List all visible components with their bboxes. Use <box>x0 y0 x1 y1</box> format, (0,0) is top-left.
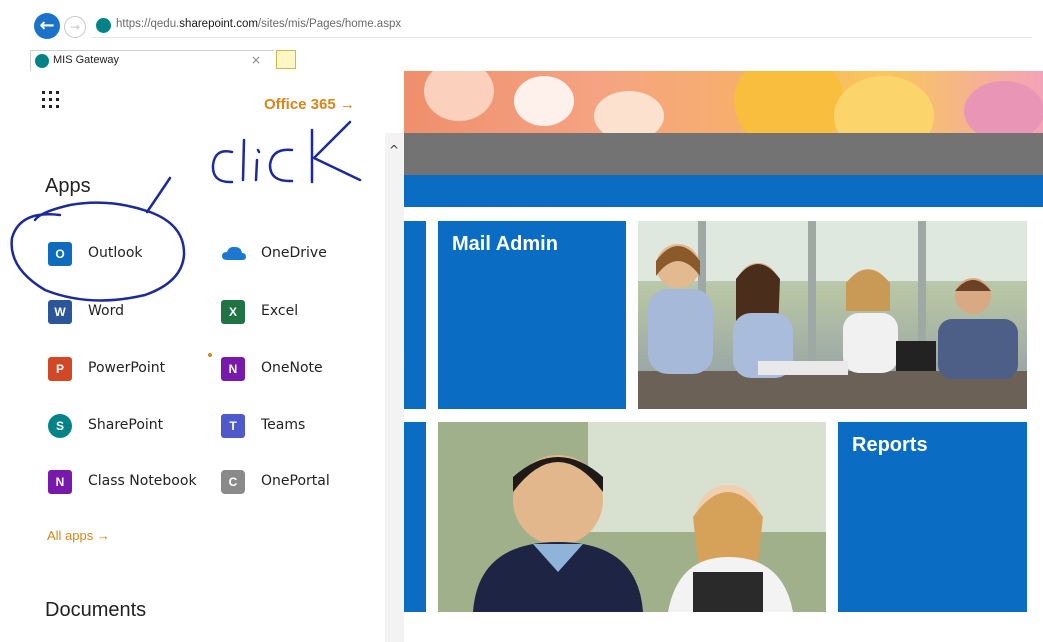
student-smiling-photo <box>438 422 826 612</box>
launcher-scrollbar[interactable]: ^ <box>385 133 404 642</box>
app-outlook-label: Outlook <box>88 245 143 261</box>
tile-mail-admin[interactable]: Mail Admin <box>438 221 626 409</box>
forward-arrow-icon[interactable]: → <box>64 16 86 38</box>
apps-heading: Apps <box>45 175 91 197</box>
outlook-icon: O <box>48 242 72 266</box>
back-arrow-icon[interactable]: ← <box>34 13 60 39</box>
app-sharepoint-label: SharePoint <box>88 417 164 433</box>
app-onedrive[interactable]: OneDrive <box>221 239 361 269</box>
app-powerpoint-label: PowerPoint <box>88 360 166 376</box>
excel-icon: X <box>221 300 245 324</box>
tab-favicon-icon <box>35 54 49 68</box>
suite-bar <box>404 133 1043 175</box>
app-word-label: Word <box>88 303 124 319</box>
app-sharepoint[interactable]: S SharePoint <box>48 411 198 441</box>
powerpoint-icon: P <box>48 357 72 381</box>
app-class-notebook[interactable]: N Class Notebook <box>48 467 213 497</box>
app-excel-label: Excel <box>261 303 299 319</box>
new-tab-icon[interactable] <box>276 50 296 69</box>
app-oneportal-label: OnePortal <box>261 473 330 489</box>
office365-link[interactable]: Office 365 → <box>264 96 355 113</box>
app-launcher-waffle-icon[interactable] <box>42 91 62 111</box>
app-teams-label: Teams <box>261 417 306 433</box>
app-oneportal[interactable]: C OnePortal <box>221 467 361 497</box>
teams-icon: T <box>221 414 245 438</box>
app-onedrive-label: OneDrive <box>261 245 327 261</box>
tile-partial-left[interactable] <box>404 221 426 409</box>
tab-close-icon[interactable]: × <box>251 53 261 67</box>
all-apps-link[interactable]: All apps → <box>47 528 110 543</box>
class-notebook-icon: N <box>48 470 72 494</box>
documents-heading: Documents <box>45 599 147 621</box>
app-teams[interactable]: T Teams <box>221 411 361 441</box>
app-launcher-panel: Office 365 → Apps O Outlook W Word P Pow… <box>0 71 385 642</box>
teams-dot-indicator <box>208 353 212 357</box>
app-onenote[interactable]: N OneNote <box>221 354 361 384</box>
tile-reports[interactable]: Reports <box>838 422 1027 612</box>
browser-address-bar: ← → https://qedu.sharepoint.com/sites/mi… <box>0 0 1043 44</box>
app-powerpoint[interactable]: P PowerPoint <box>48 354 198 384</box>
app-class-notebook-label: Class Notebook <box>88 473 197 489</box>
oneportal-icon: C <box>221 470 245 494</box>
tile-reports-label: Reports <box>852 434 928 456</box>
scroll-up-arrow-icon[interactable]: ^ <box>389 143 399 157</box>
app-word[interactable]: W Word <box>48 297 198 327</box>
onenote-icon: N <box>221 357 245 381</box>
tile-mail-admin-label: Mail Admin <box>452 233 558 255</box>
tab-strip: MIS Gateway × <box>0 44 1043 72</box>
app-outlook[interactable]: O Outlook <box>48 239 198 269</box>
browser-tab[interactable]: MIS Gateway × <box>30 50 274 72</box>
students-classroom-photo <box>638 221 1027 409</box>
app-excel[interactable]: X Excel <box>221 297 361 327</box>
site-nav-bar <box>404 175 1043 207</box>
onedrive-icon <box>221 242 246 266</box>
sharepoint-icon: S <box>48 414 72 438</box>
url-text: https://qedu.sharepoint.com/sites/mis/Pa… <box>116 18 402 30</box>
url-field[interactable]: https://qedu.sharepoint.com/sites/mis/Pa… <box>92 15 1032 38</box>
word-icon: W <box>48 300 72 324</box>
tab-title: MIS Gateway <box>53 54 120 66</box>
sharepoint-site-icon <box>96 18 111 33</box>
app-onenote-label: OneNote <box>261 360 323 376</box>
tile-partial-left-2[interactable] <box>404 422 426 612</box>
site-banner <box>404 71 1043 133</box>
